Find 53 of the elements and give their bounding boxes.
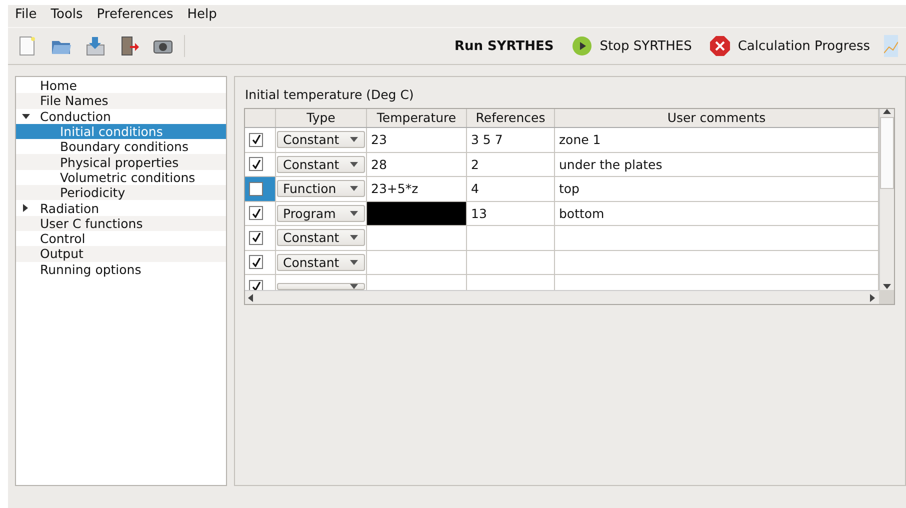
checkbox[interactable] — [249, 157, 263, 172]
type-dropdown[interactable]: Function — [277, 180, 365, 198]
caret-icon — [350, 260, 358, 265]
tree-item[interactable]: File Names — [16, 93, 226, 109]
type-dropdown[interactable]: Constant — [277, 156, 365, 173]
collapse-arrow-icon[interactable] — [22, 112, 30, 121]
table-cell[interactable] — [367, 202, 467, 225]
stop-sign-icon — [710, 36, 730, 56]
scroll-left-icon[interactable] — [248, 294, 254, 302]
horizontal-scrollbar[interactable] — [245, 290, 879, 304]
scroll-up-icon[interactable] — [883, 109, 891, 115]
menu-item[interactable]: Preferences — [96, 6, 174, 22]
tree-item[interactable]: Control — [16, 230, 226, 246]
checkbox[interactable] — [249, 132, 263, 147]
play-icon — [572, 36, 592, 56]
tree-item[interactable]: Periodicity — [16, 185, 226, 200]
tree-item[interactable]: Conduction — [16, 108, 226, 124]
tree-item[interactable]: Initial conditions — [16, 124, 226, 140]
checkbox[interactable] — [249, 230, 263, 245]
column-header[interactable]: References — [467, 109, 555, 127]
type-dropdown[interactable]: Constant — [277, 254, 365, 271]
column-header[interactable]: Temperature — [367, 109, 467, 127]
expand-arrow-icon[interactable] — [22, 204, 30, 212]
vertical-scrollbar[interactable] — [879, 109, 894, 290]
type-dropdown[interactable]: Program — [277, 204, 365, 222]
menu-item[interactable]: Tools — [50, 6, 83, 22]
caret-icon — [350, 210, 358, 216]
type-dropdown[interactable]: Constant — [277, 131, 365, 148]
tree-item[interactable]: User C functions — [16, 216, 226, 231]
checkbox-cell[interactable] — [245, 177, 276, 200]
checkbox[interactable] — [249, 255, 263, 270]
panel-title: Initial temperature (Deg C) — [245, 87, 415, 102]
tree-item[interactable]: Output — [16, 246, 226, 262]
checkbox[interactable] — [249, 182, 263, 196]
checkbox[interactable] — [249, 280, 263, 290]
caret-icon — [350, 162, 358, 167]
type-dropdown[interactable] — [277, 283, 365, 290]
menu-item[interactable]: Help — [187, 6, 217, 22]
save-icon[interactable] — [84, 35, 106, 57]
caret-icon — [350, 137, 358, 142]
column-header[interactable]: Type — [276, 109, 367, 127]
tree-item[interactable]: Physical properties — [16, 154, 226, 170]
scroll-right-icon[interactable] — [870, 294, 876, 302]
run-button[interactable]: Run SYRTHES — [454, 38, 554, 54]
caret-icon — [350, 186, 358, 192]
caret-icon — [350, 235, 358, 240]
type-dropdown[interactable]: Constant — [277, 229, 365, 246]
menu-item[interactable]: File — [15, 6, 37, 22]
progress-button[interactable]: Calculation Progress — [710, 36, 870, 56]
checkbox[interactable] — [249, 206, 263, 220]
tree-item[interactable]: Home — [16, 78, 226, 94]
stop-button[interactable]: Stop SYRTHES — [572, 36, 692, 56]
scrollbar-corner — [879, 290, 894, 304]
